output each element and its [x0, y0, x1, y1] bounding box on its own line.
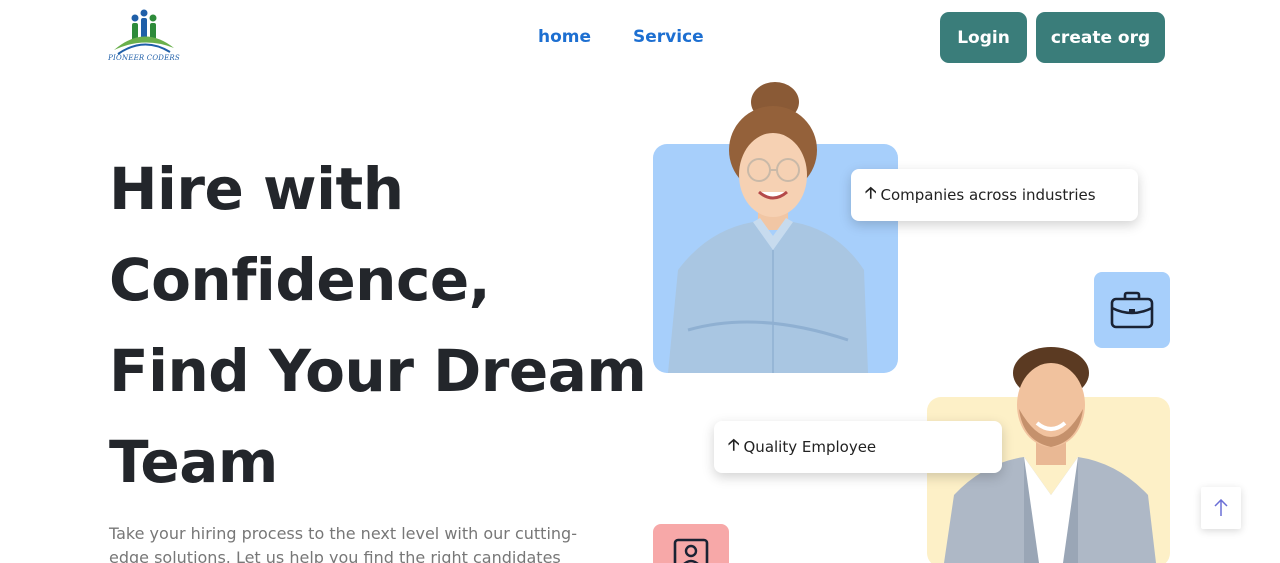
woman-photo [668, 82, 868, 373]
stat-companies-label: Companies across industries [880, 186, 1096, 204]
hero-description: Take your hiring process to the next lev… [109, 524, 577, 563]
arrow-up-icon: 🡡 [728, 434, 740, 454]
logo-text: PIONEER CODERS [108, 54, 180, 62]
arrow-up-icon [1214, 499, 1228, 516]
hero-title: Hire with Confidence, Find Your Dream Te… [109, 155, 647, 496]
briefcase-icon [1110, 291, 1154, 329]
user-card-icon [673, 538, 709, 563]
arrow-up-icon: 🡡 [865, 182, 877, 202]
nav-service-link[interactable]: Service [633, 27, 704, 47]
briefcase-tile [1094, 272, 1170, 348]
nav-home-link[interactable]: home [538, 27, 591, 47]
scroll-to-top-button[interactable] [1201, 487, 1241, 529]
stat-quality-card: 🡡 Quality Employee [714, 421, 1002, 473]
profile-tile [653, 524, 729, 563]
site-header: PIONEER CODERS home Service Login create… [0, 0, 1280, 80]
login-button[interactable]: Login [940, 12, 1027, 63]
logo[interactable]: PIONEER CODERS [108, 6, 180, 70]
stat-quality-label: Quality Employee [743, 438, 877, 456]
stat-companies-card: 🡡 Companies across industries [851, 169, 1138, 221]
create-org-button[interactable]: create org [1036, 12, 1165, 63]
